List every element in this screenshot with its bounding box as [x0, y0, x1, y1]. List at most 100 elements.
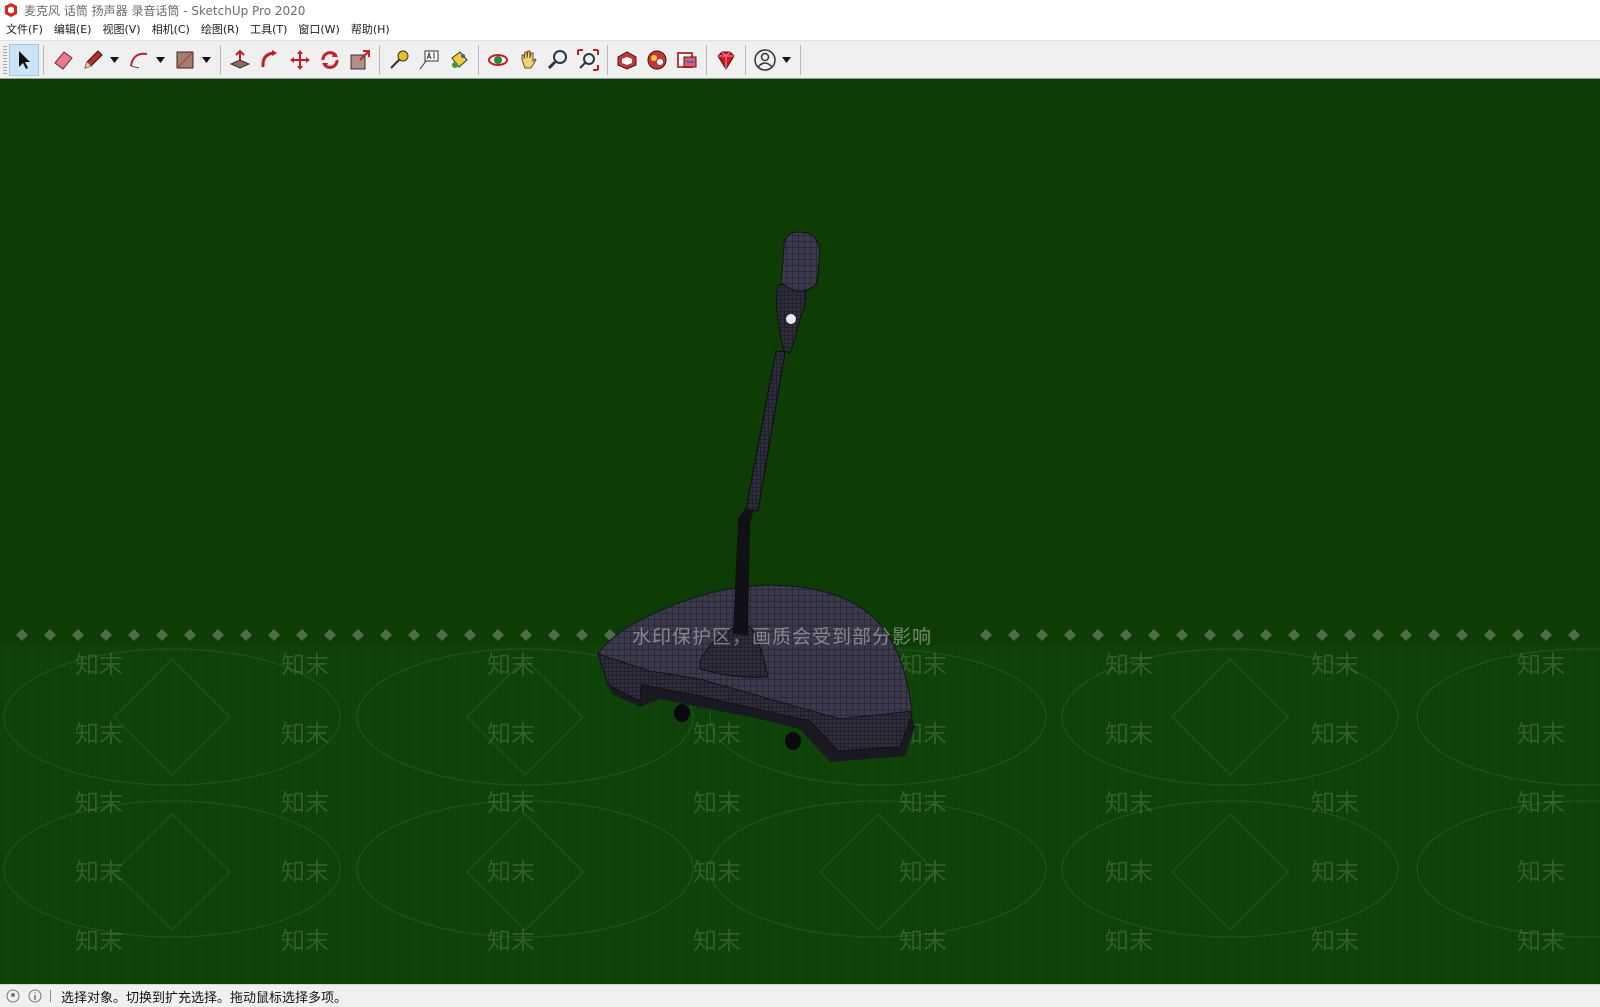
orbit-icon	[488, 53, 508, 66]
push-pull-icon	[229, 49, 251, 69]
microphone-model[interactable]	[597, 231, 915, 762]
main-toolbar	[0, 40, 1600, 79]
watermark-brand-text: 知末	[1517, 789, 1565, 817]
sketchup-logo-icon	[5, 3, 17, 17]
tape-measure-tool-button[interactable]	[384, 44, 414, 76]
paint-bucket-tool-button[interactable]	[444, 44, 474, 76]
select-tool-button[interactable]	[9, 43, 39, 76]
info-icon[interactable]	[28, 989, 42, 1003]
extension-warehouse-button[interactable]	[642, 44, 672, 76]
eraser-tool-button[interactable]	[48, 44, 78, 76]
pencil-tool-button[interactable]	[78, 44, 108, 76]
select-arrow-icon	[19, 50, 30, 69]
watermark-brand-text: 知末	[1311, 927, 1359, 955]
toolbar-grip[interactable]	[3, 45, 7, 74]
follow-me-tool-button[interactable]	[255, 44, 285, 76]
text-tool-button[interactable]	[414, 44, 444, 76]
watermark-brand-text: 知末	[487, 651, 535, 679]
toolbar-separator	[706, 44, 707, 75]
toolbar-separator	[607, 44, 608, 75]
scale-icon	[350, 49, 370, 69]
zoom-magnifier-icon	[547, 49, 567, 69]
watermark-brand-text: 知末	[899, 927, 947, 955]
rectangle-icon	[176, 51, 194, 68]
watermark-brand-text: 知末	[1311, 651, 1359, 679]
menu-camera[interactable]: 相机(C)	[148, 20, 197, 40]
account-button[interactable]	[750, 44, 780, 76]
watermark-brand-text: 知末	[1105, 720, 1153, 748]
rectangle-tool-button[interactable]	[170, 44, 200, 76]
watermark-brand-text: 知末	[1517, 858, 1565, 886]
watermark-brand-text: 知末	[75, 927, 123, 955]
3d-warehouse-button[interactable]	[612, 44, 642, 76]
menu-view[interactable]: 视图(V)	[98, 20, 147, 40]
watermark-brand-text: 知末	[693, 720, 741, 748]
user-account-icon	[754, 48, 776, 71]
pan-tool-button[interactable]	[513, 44, 543, 76]
rotate-tool-button[interactable]	[315, 44, 345, 76]
pencil-icon	[84, 49, 103, 69]
watermark-brand-text: 知末	[899, 651, 947, 679]
zoom-extents-icon	[577, 48, 599, 71]
watermark-caption: 水印保护区，画质会受到部分影响	[632, 626, 933, 648]
orbit-tool-button[interactable]	[483, 44, 513, 76]
geo-location-icon[interactable]	[6, 989, 20, 1003]
account-dropdown[interactable]	[780, 44, 792, 76]
watermark-brand-text: 知末	[1517, 720, 1565, 748]
watermark-brand-text: 知末	[1311, 720, 1359, 748]
watermark-brand-text: 知末	[899, 858, 947, 886]
menu-edit[interactable]: 编辑(E)	[50, 20, 99, 40]
watermark-brand-text: 知末	[487, 789, 535, 817]
menu-draw[interactable]: 绘图(R)	[197, 20, 246, 40]
menu-window[interactable]: 窗口(W)	[294, 20, 346, 40]
title-bar: 麦克风 话筒 扬声器 录音话筒 - SketchUp Pro 2020	[0, 0, 1600, 20]
paint-bucket-icon	[451, 50, 468, 68]
watermark-brand-text: 知末	[1517, 927, 1565, 955]
watermark-brand-text: 知末	[1105, 858, 1153, 886]
move-tool-button[interactable]	[285, 44, 315, 76]
watermark-brand-text: 知末	[1311, 789, 1359, 817]
zoom-extents-tool-button[interactable]	[573, 44, 603, 76]
watermark-brand-text: 知末	[75, 858, 123, 886]
arc-icon	[130, 52, 148, 68]
watermark-brand-text: 知末	[487, 858, 535, 886]
watermark-brand-text: 知末	[1105, 651, 1153, 679]
chevron-down-icon	[781, 56, 791, 63]
watermark-brand-text: 知末	[75, 651, 123, 679]
scale-tool-button[interactable]	[345, 44, 375, 76]
zoom-tool-button[interactable]	[543, 44, 573, 76]
model-viewport[interactable]: 知末 知末 知末 知末 知末 知末 知末 知末 知末 知末 知末 知末 知末 知末 知末 知末 知末 知末 知末 知末…	[0, 79, 1600, 984]
menu-file[interactable]: 文件(F)	[2, 20, 50, 40]
move-icon	[290, 49, 310, 70]
push-pull-tool-button[interactable]	[225, 44, 255, 76]
extension-warehouse-icon	[647, 50, 667, 69]
toolbar-separator	[745, 44, 746, 75]
menu-help[interactable]: 帮助(H)	[347, 20, 397, 40]
tape-measure-icon	[390, 50, 409, 69]
rotate-icon	[321, 50, 339, 69]
toolbar-separator	[379, 44, 380, 75]
watermark-brand-text: 知末	[281, 789, 329, 817]
watermark-brand-text: 知末	[693, 858, 741, 886]
watermark-brand-text: 知末	[487, 720, 535, 748]
rectangle-dropdown[interactable]	[200, 44, 212, 76]
pencil-dropdown[interactable]	[108, 44, 120, 76]
status-divider	[50, 990, 51, 1002]
text-label-icon	[419, 50, 439, 69]
layout-button[interactable]	[672, 44, 702, 76]
extension-manager-button[interactable]	[711, 44, 741, 76]
pan-hand-icon	[521, 50, 537, 68]
menu-tools[interactable]: 工具(T)	[246, 20, 294, 40]
watermark-brand-text: 知末	[281, 651, 329, 679]
watermark-brand-text: 知末	[1311, 858, 1359, 886]
scene-canvas: 知末 知末 知末 知末 知末 知末 知末知末 知末 知末 知末 知末 知末 知末 知末知末 知末 知末 知末 知末…	[3, 231, 1600, 955]
watermark-brand-text: 知末	[487, 927, 535, 955]
toolbar-separator	[220, 44, 221, 75]
watermark-brand-text: 知末	[693, 789, 741, 817]
menu-bar: 文件(F) 编辑(E) 视图(V) 相机(C) 绘图(R) 工具(T) 窗口(W…	[0, 20, 1600, 40]
arc-tool-button[interactable]	[124, 44, 154, 76]
arc-dropdown[interactable]	[154, 44, 166, 76]
toolbar-separator	[478, 44, 479, 75]
status-bar: 选择对象。切换到扩充选择。拖动鼠标选择多项。	[0, 984, 1600, 1007]
toolbar-separator	[43, 44, 44, 75]
